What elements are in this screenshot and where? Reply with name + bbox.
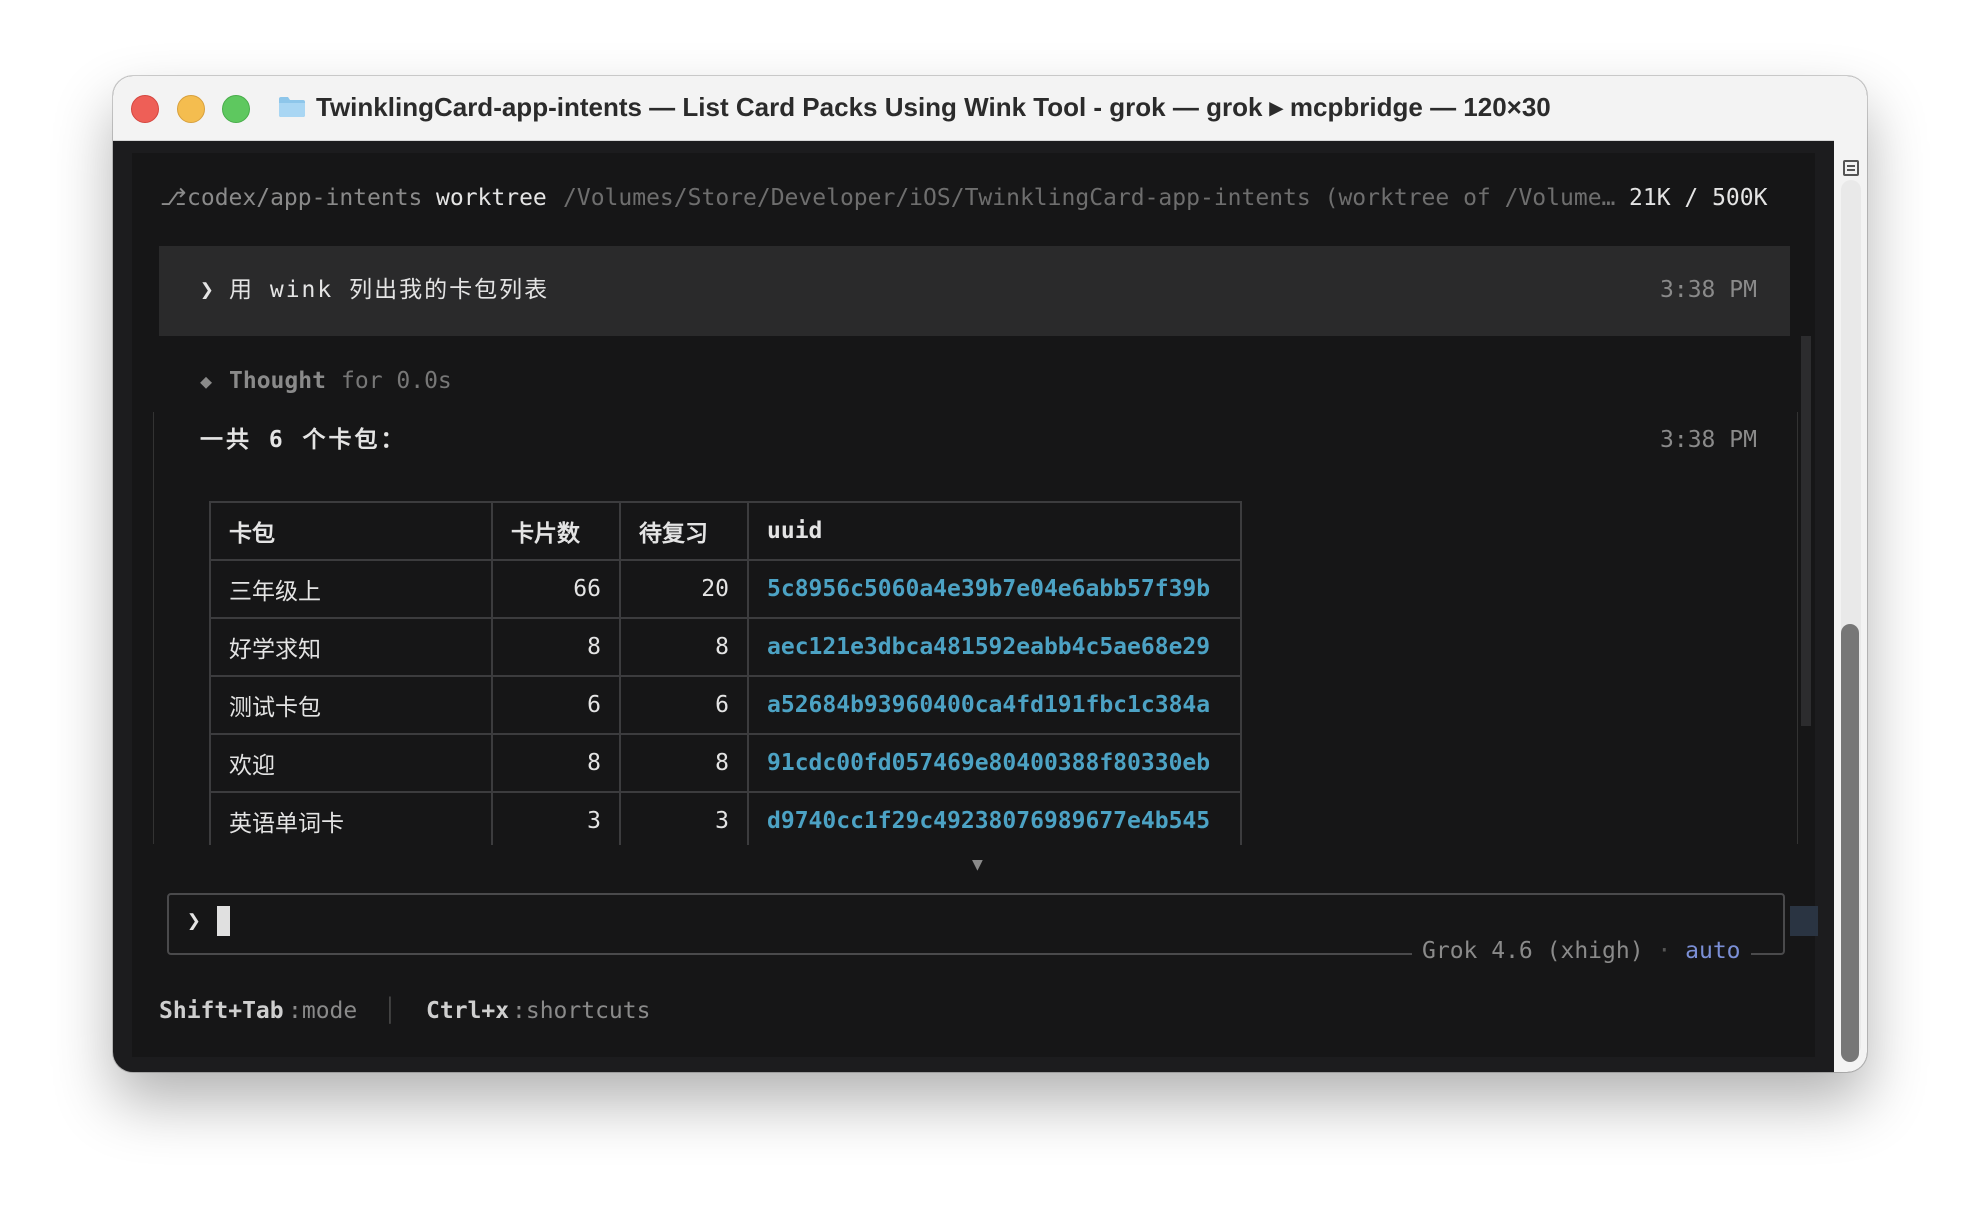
folder-icon	[279, 97, 305, 117]
pack-uuid[interactable]: a52684b93960400ca4fd191fbc1c384a	[747, 675, 1242, 735]
branch-name: codex/app-intents	[187, 185, 423, 211]
close-window-button[interactable]	[131, 95, 159, 123]
branch-icon: ⎇	[160, 185, 187, 211]
model-indicator[interactable]: Grok 4.6 (xhigh) · auto	[1412, 936, 1751, 966]
inner-scrollbar[interactable]	[1801, 336, 1811, 726]
user-prompt-text: 用 wink 列出我的卡包列表	[229, 277, 550, 303]
table-row: 测试卡包 6 6 a52684b93960400ca4fd191fbc1c384…	[209, 675, 1242, 735]
pack-due-count: 3	[619, 791, 749, 845]
pack-card-count: 3	[491, 791, 621, 845]
header-card-count: 卡片数	[491, 501, 621, 561]
shortcut-help-key: Ctrl+x	[426, 998, 510, 1024]
header-pack: 卡包	[209, 501, 493, 561]
thought-duration: for 0.0s	[341, 368, 452, 394]
response-time: 3:38 PM	[1660, 427, 1757, 453]
text-cursor	[217, 906, 230, 936]
pack-card-count: 6	[491, 675, 621, 735]
zoom-window-button[interactable]	[222, 95, 250, 123]
response-summary: 一共 6 个卡包：	[200, 427, 407, 453]
worktree-path: /Volumes/Store/Developer/iOS/TwinklingCa…	[563, 185, 1615, 211]
thought-marker-icon: ◆	[200, 369, 213, 393]
pack-name: 欢迎	[209, 733, 493, 793]
pack-card-count: 66	[491, 559, 621, 619]
scroll-menu-icon[interactable]	[1843, 160, 1859, 176]
pack-uuid[interactable]: d9740cc1f29c49238076989677e4b545	[747, 791, 1242, 845]
scroll-more-indicator[interactable]: ▼	[972, 850, 983, 880]
user-prompt-time: 3:38 PM	[1660, 277, 1757, 303]
table-row: 三年级上 66 20 5c8956c5060a4e39b7e04e6abb57f…	[209, 559, 1242, 619]
pack-due-count: 8	[619, 733, 749, 793]
scrollbar-thumb[interactable]	[1841, 624, 1859, 1062]
header-uuid: uuid	[747, 501, 1242, 561]
thought-label[interactable]: Thought	[229, 366, 326, 396]
pack-name: 英语单词卡	[209, 791, 493, 845]
table-row: 英语单词卡 3 3 d9740cc1f29c49238076989677e4b5…	[209, 791, 1242, 845]
model-name: Grok 4.6 (xhigh)	[1422, 938, 1644, 964]
input-edge-strip	[1790, 906, 1818, 936]
window-title: TwinklingCard-app-intents — List Card Pa…	[316, 92, 1551, 122]
shortcut-mode-key: Shift+Tab	[159, 998, 284, 1024]
table-row: 好学求知 8 8 aec121e3dbca481592eabb4c5ae68e2…	[209, 617, 1242, 677]
user-prompt-marker: ❯	[200, 277, 214, 303]
pack-due-count: 20	[619, 559, 749, 619]
header-due: 待复习	[619, 501, 749, 561]
pack-uuid[interactable]: aec121e3dbca481592eabb4c5ae68e29	[747, 617, 1242, 677]
shortcut-help-action: :shortcuts	[512, 998, 651, 1024]
table-viewport: 卡包 卡片数 待复习 uuid 三年级上 66 20 5c8956c5060a4…	[150, 501, 1450, 845]
pack-name: 三年级上	[209, 559, 493, 619]
minimize-window-button[interactable]	[177, 95, 205, 123]
pack-uuid[interactable]: 91cdc00fd057469e80400388f80330eb	[747, 733, 1242, 793]
pack-name: 好学求知	[209, 617, 493, 677]
permission-mode[interactable]: auto	[1685, 938, 1740, 964]
pack-due-count: 6	[619, 675, 749, 735]
table-row: 欢迎 8 8 91cdc00fd057469e80400388f80330eb	[209, 733, 1242, 793]
input-prompt-marker: ❯	[187, 908, 201, 934]
pack-uuid[interactable]: 5c8956c5060a4e39b7e04e6abb57f39b	[747, 559, 1242, 619]
footer-divider: │	[383, 998, 397, 1024]
table-header-row: 卡包 卡片数 待复习 uuid	[209, 501, 1242, 561]
token-usage: 21K / 500K	[1629, 185, 1768, 211]
pack-card-count: 8	[491, 617, 621, 677]
card-pack-table: 卡包 卡片数 待复习 uuid 三年级上 66 20 5c8956c5060a4…	[209, 501, 1242, 845]
model-separator: ·	[1657, 938, 1672, 964]
pack-due-count: 8	[619, 617, 749, 677]
worktree-label: worktree	[436, 185, 547, 211]
pack-name: 测试卡包	[209, 675, 493, 735]
title-bar: TwinklingCard-app-intents — List Card Pa…	[113, 76, 1867, 141]
pack-card-count: 8	[491, 733, 621, 793]
shortcut-mode-action: :mode	[288, 998, 358, 1024]
